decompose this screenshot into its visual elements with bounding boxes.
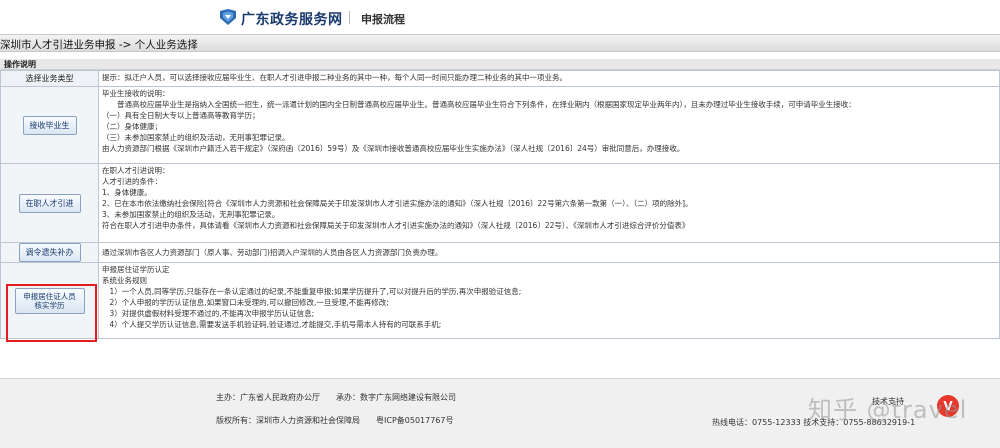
footer-host-line: 主办：广东省人民政府办公厅 承办：数字广东网络建设有限公司: [216, 392, 456, 403]
desc-line: 由人力资源部门根据《深圳市户籍迁入若干规定》（深府函〔2016〕59号）及《深圳…: [102, 144, 685, 153]
desc-line: 符合在职人才引进申办条件，具体请看《深圳市人力资源和社会保障局关于印发深圳市人才…: [102, 221, 690, 230]
footer-operator: 承办：数字广东网络建设有限公司: [336, 393, 456, 402]
footer-copyright: 版权所有：深圳市人力资源和社会保障局: [216, 416, 360, 425]
desc-line: （二）身体健康；: [102, 122, 162, 131]
site-header: 广东政务服务网 申报流程: [0, 0, 1000, 34]
desc-line: 4）个人提交学历认证信息,需要发送手机验证码,验证通过,才能提交,手机号需本人持…: [102, 320, 442, 329]
lost-transfer-reissue-button[interactable]: 调令遗失补办: [18, 243, 81, 262]
section-label: 操作说明: [0, 59, 1000, 70]
desc-line: 通过深圳市各区人力资源部门（原人事、劳动部门)招调入户深圳的人员由各区人力资源部…: [102, 248, 443, 257]
business-type-header: 选择业务类型: [0, 70, 99, 87]
tip-text: 提示：拟迁户人员，可以选择接收应届毕业生、在职人才引进申报二种业务的其中一种，每…: [102, 73, 567, 82]
talent-introduction-button[interactable]: 在职人才引进: [18, 193, 81, 213]
table-row-residence: 申报居住证人员核实学历 申报居住证学历认定 系统业务规则 1）一个人员,同等学历…: [0, 262, 1000, 339]
desc-line: 3）对提供虚假材料受理不通过的,不能再次申报学历认证信息;: [102, 309, 315, 318]
table-head-row: 选择业务类型 提示：拟迁户人员，可以选择接收应届毕业生、在职人才引进申报二种业务…: [0, 70, 1000, 87]
site-name[interactable]: 广东政务服务网: [241, 9, 343, 29]
desc-line: 普通高校应届毕业生是指纳入全国统一招生，统一派遣计划的国内全日制普通高校应届毕业…: [102, 100, 856, 109]
business-type-table: 选择业务类型 提示：拟迁户人员，可以选择接收应届毕业生、在职人才引进申报二种业务…: [0, 70, 1000, 339]
transfer-desc-cell: 通过深圳市各区人力资源部门（原人事、劳动部门)招调入户深圳的人员由各区人力资源部…: [98, 242, 1000, 263]
desc-line: 1、身体健康。: [102, 188, 152, 197]
table-row-talent: 在职人才引进 在职人才引进说明： 人才引进的条件： 1、身体健康。 2、已在本市…: [0, 163, 1000, 243]
desc-line: 1）一个人员,同等学历,只能存在一条认定通过的纪录,不能重复申报;如果学历提升了…: [102, 287, 522, 296]
desc-line: 人才引进的条件：: [102, 177, 162, 186]
footer-copyright-line: 版权所有：深圳市人力资源和社会保障局 粤ICP备05017767号: [216, 415, 454, 426]
table-row-graduate: 接收毕业生 毕业生接收的说明： 普通高校应届毕业生是指纳入全国统一招生，统一派遣…: [0, 86, 1000, 164]
header-subtitle: 申报流程: [361, 13, 405, 26]
breadcrumb-bar: 深圳市人才引进业务申报 -> 个人业务选择: [0, 34, 1000, 52]
talent-button-cell: 在职人才引进: [0, 163, 99, 243]
footer-host: 主办：广东省人民政府办公厅: [216, 393, 320, 402]
receive-graduate-button[interactable]: 接收毕业生: [22, 115, 77, 135]
desc-line: 系统业务规则: [102, 276, 147, 285]
table-row-transfer: 调令遗失补办 通过深圳市各区人力资源部门（原人事、劳动部门)招调入户深圳的人员由…: [0, 242, 1000, 263]
desc-line: 2、已在本市依法缴纳社会保险[符合《深圳市人力资源和社会保障局关于印发深圳市人才…: [102, 199, 693, 208]
desc-line: （三）未参加国家禁止的组织及活动，无刑事犯罪记录。: [102, 133, 290, 142]
talent-desc-cell: 在职人才引进说明： 人才引进的条件： 1、身体健康。 2、已在本市依法缴纳社会保…: [98, 163, 1000, 243]
footer-icp[interactable]: 粤ICP备05017767号: [376, 416, 454, 425]
breadcrumb: 深圳市人才引进业务申报 -> 个人业务选择: [0, 39, 198, 51]
header-divider: [349, 11, 350, 24]
gd-gov-logo-icon: [220, 9, 236, 25]
graduate-desc-cell: 毕业生接收的说明： 普通高校应届毕业生是指纳入全国统一招生，统一派遣计划的国内全…: [98, 86, 1000, 164]
graduate-button-cell: 接收毕业生: [0, 86, 99, 164]
residence-education-verify-button[interactable]: 申报居住证人员核实学历: [14, 287, 85, 314]
desc-line: 申报居住证学历认定: [102, 265, 170, 274]
desc-line: 2）个人申报的学历认证信息,如果窗口未受理的,可以撤回修改,一旦受理,不能再修改…: [102, 298, 389, 307]
desc-line: （一）具有全日制大专以上普通高等教育学历；: [102, 111, 260, 120]
desc-line: 3、未参加国家禁止的组织及活动，无刑事犯罪记录。: [102, 210, 280, 219]
desc-line: 毕业生接收的说明：: [102, 89, 170, 98]
tip-cell: 提示：拟迁户人员，可以选择接收应届毕业生、在职人才引进申报二种业务的其中一种，每…: [98, 70, 1000, 87]
residence-button-cell: 申报居住证人员核实学历: [0, 262, 99, 339]
watermark: 知乎 @travel: [808, 396, 968, 424]
residence-desc-cell: 申报居住证学历认定 系统业务规则 1）一个人员,同等学历,只能存在一条认定通过的…: [98, 262, 1000, 339]
desc-line: 在职人才引进说明：: [102, 166, 170, 175]
transfer-button-cell: 调令遗失补办: [0, 242, 99, 263]
